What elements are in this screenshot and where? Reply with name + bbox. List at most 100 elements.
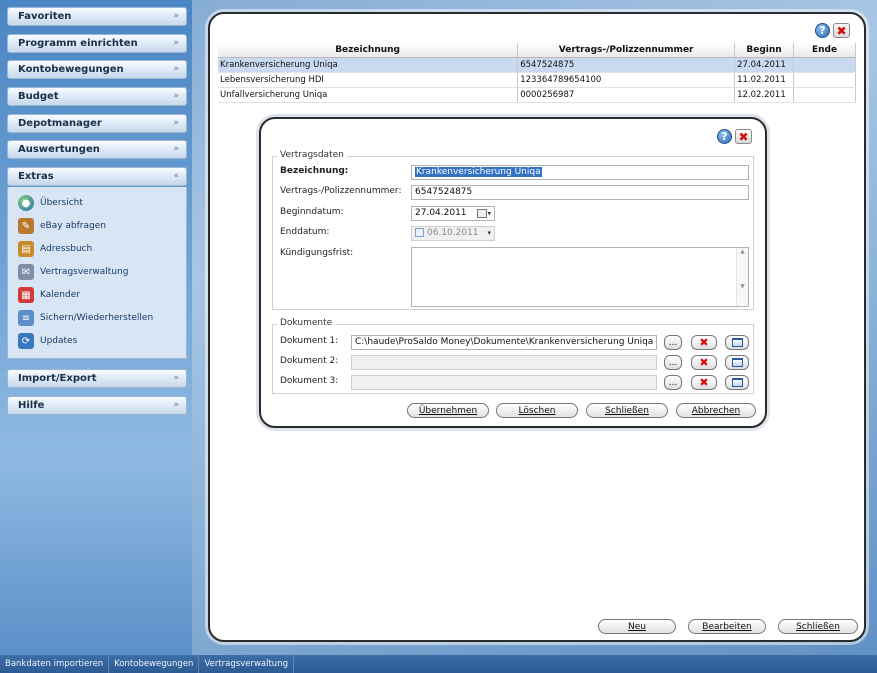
dokument1-browse-button[interactable]: ... <box>664 335 682 350</box>
textarea-scrollbar[interactable]: ▲ ▼ <box>736 248 748 306</box>
dokument2-delete-button[interactable]: ✖ <box>691 355 717 370</box>
dokument3-label: Dokument 3: <box>280 376 339 386</box>
calendar-dropdown-icon[interactable]: ▾ <box>473 209 491 218</box>
close-icon: ✖ <box>699 336 709 349</box>
enddatum-checkbox[interactable] <box>415 228 424 237</box>
dokument2-browse-button[interactable]: ... <box>664 355 682 370</box>
bezeichnung-label: Bezeichnung: <box>280 166 349 176</box>
sidebar-item-adressbuch[interactable]: ▤ Adressbuch <box>18 239 183 259</box>
dokument3-browse-button[interactable]: ... <box>664 375 682 390</box>
close-icon[interactable]: ✖ <box>833 23 850 38</box>
sidebar-header-import-export[interactable]: Import/Export » <box>7 369 187 388</box>
main-button-bar: Neu Bearbeiten Schließen <box>598 619 858 634</box>
column-header-beginn[interactable]: Beginn <box>734 43 795 58</box>
chevron-up-icon: « <box>173 171 179 181</box>
sidebar: Favoriten » Programm einrichten » Kontob… <box>0 0 192 655</box>
kuendigungsfrist-textarea[interactable]: ▲ ▼ <box>411 247 749 307</box>
dokument3-open-button[interactable] <box>725 375 749 390</box>
cell-nummer: 123364789654100 <box>517 72 736 88</box>
neu-button[interactable]: Neu <box>598 619 676 634</box>
chevron-down-icon: » <box>173 118 179 128</box>
status-item-bankdaten[interactable]: Bankdaten importieren <box>0 655 110 673</box>
contracts-table: Bezeichnung Vertrags-/Polizzennummer Beg… <box>218 43 856 103</box>
dialog-window-controls: ? ✖ <box>717 129 752 144</box>
dokument1-label: Dokument 1: <box>280 336 339 346</box>
table-row[interactable]: Unfallversicherung Uniqa 0000256987 12.0… <box>218 87 856 103</box>
close-icon[interactable]: ✖ <box>735 129 752 144</box>
dokument3-input[interactable] <box>351 375 657 390</box>
sidebar-item-uebersicht[interactable]: ● Übersicht <box>18 193 183 213</box>
gavel-icon: ✎ <box>18 218 34 234</box>
calendar-icon: ▦ <box>18 287 34 303</box>
window-controls: ? ✖ <box>815 23 850 38</box>
cell-bezeichnung: Unfallversicherung Uniqa <box>218 87 519 103</box>
table-header-row: Bezeichnung Vertrags-/Polizzennummer Beg… <box>218 43 856 58</box>
dokument1-input[interactable]: C:\haude\ProSaldo Money\Dokumente\Kranke… <box>351 335 657 350</box>
cell-beginn: 27.04.2011 <box>734 57 795 73</box>
enddatum-picker[interactable]: 06.10.2011 ▾ <box>411 226 495 241</box>
bezeichnung-value: Krankenversicherung Uniqa <box>415 167 542 177</box>
sidebar-item-kalender[interactable]: ▦ Kalender <box>18 285 183 305</box>
close-icon: ✖ <box>699 376 709 389</box>
sidebar-item-vertragsverwaltung[interactable]: ✉ Vertragsverwaltung <box>18 262 183 282</box>
sidebar-header-depotmanager[interactable]: Depotmanager » <box>7 114 187 133</box>
kuendigungsfrist-label: Kündigungsfrist: <box>280 248 354 258</box>
beginndatum-label: Beginndatum: <box>280 207 344 217</box>
extras-panel: ● Übersicht ✎ eBay abfragen ▤ Adressbuch… <box>7 187 187 359</box>
window-icon <box>731 358 743 367</box>
abbrechen-button[interactable]: Abbrechen <box>676 403 756 418</box>
sidebar-item-ebay-abfragen[interactable]: ✎ eBay abfragen <box>18 216 183 236</box>
chevron-down-icon: » <box>173 11 179 21</box>
chevron-down-icon: » <box>173 373 179 383</box>
cell-bezeichnung: Lebensversicherung HDI <box>218 72 519 88</box>
sidebar-header-kontobewegungen[interactable]: Kontobewegungen » <box>7 60 187 79</box>
cell-ende <box>793 57 856 73</box>
bearbeiten-button[interactable]: Bearbeiten <box>688 619 766 634</box>
cell-bezeichnung: Krankenversicherung Uniqa <box>218 57 519 73</box>
dialog-schliessen-button[interactable]: Schließen <box>586 403 668 418</box>
sidebar-header-programm-einrichten[interactable]: Programm einrichten » <box>7 34 187 53</box>
nummer-label: Vertrags-/Polizzennummer: <box>280 186 402 196</box>
column-header-bezeichnung[interactable]: Bezeichnung <box>218 43 519 58</box>
sidebar-header-favoriten[interactable]: Favoriten » <box>7 7 187 26</box>
dokument2-input[interactable] <box>351 355 657 370</box>
vertragsdaten-group: Vertragsdaten Bezeichnung: Krankenversic… <box>272 150 754 310</box>
sidebar-header-budget[interactable]: Budget » <box>7 87 187 106</box>
dokument1-open-button[interactable] <box>725 335 749 350</box>
cell-beginn: 12.02.2011 <box>734 87 795 103</box>
column-header-ende[interactable]: Ende <box>793 43 856 58</box>
status-item-kontobewegungen[interactable]: Kontobewegungen <box>109 655 200 673</box>
cell-ende <box>793 72 856 88</box>
schliessen-button[interactable]: Schließen <box>778 619 858 634</box>
beginndatum-picker[interactable]: 27.04.2011 ▾ <box>411 206 495 221</box>
dokument3-delete-button[interactable]: ✖ <box>691 375 717 390</box>
sidebar-header-auswertungen[interactable]: Auswertungen » <box>7 140 187 159</box>
status-item-vertragsverwaltung[interactable]: Vertragsverwaltung <box>199 655 294 673</box>
chevron-down-icon[interactable]: ▾ <box>487 229 491 237</box>
sidebar-header-extras[interactable]: Extras « <box>7 167 187 186</box>
sidebar-item-sichern-wiederherstellen[interactable]: ≡ Sichern/Wiederherstellen <box>18 308 183 328</box>
column-header-nummer[interactable]: Vertrags-/Polizzennummer <box>517 43 736 58</box>
help-icon[interactable]: ? <box>815 23 830 38</box>
enddatum-label: Enddatum: <box>280 227 330 237</box>
chevron-down-icon: » <box>173 38 179 48</box>
chevron-down-icon: » <box>173 144 179 154</box>
table-row[interactable]: Krankenversicherung Uniqa 6547524875 27.… <box>218 57 856 73</box>
help-icon[interactable]: ? <box>717 129 732 144</box>
dokument2-open-button[interactable] <box>725 355 749 370</box>
globe-icon: ● <box>18 195 34 211</box>
dokument1-delete-button[interactable]: ✖ <box>691 335 717 350</box>
nummer-input[interactable]: 6547524875 <box>411 185 749 200</box>
address-book-icon: ▤ <box>18 241 34 257</box>
bezeichnung-input[interactable]: Krankenversicherung Uniqa <box>411 165 749 180</box>
window-icon <box>731 378 743 387</box>
table-row[interactable]: Lebensversicherung HDI 123364789654100 1… <box>218 72 856 88</box>
uebernehmen-button[interactable]: Übernehmen <box>407 403 489 418</box>
chevron-down-icon: » <box>173 400 179 410</box>
sidebar-header-hilfe[interactable]: Hilfe » <box>7 396 187 415</box>
cell-beginn: 11.02.2011 <box>734 72 795 88</box>
loeschen-button[interactable]: Löschen <box>496 403 578 418</box>
group-title-vertragsdaten: Vertragsdaten <box>277 150 347 160</box>
sidebar-item-updates[interactable]: ⟳ Updates <box>18 331 183 351</box>
backup-icon: ≡ <box>18 310 34 326</box>
